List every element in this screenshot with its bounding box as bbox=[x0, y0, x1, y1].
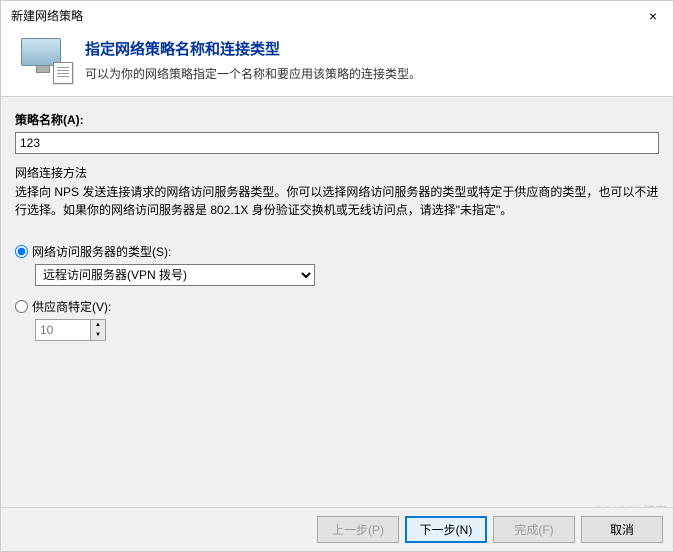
close-icon[interactable]: × bbox=[643, 8, 663, 24]
page-heading: 指定网络策略名称和连接类型 bbox=[85, 38, 421, 59]
header-text: 指定网络策略名称和连接类型 可以为你的网络策略指定一个名称和要应用该策略的连接类… bbox=[85, 38, 421, 82]
server-type-select[interactable]: 远程访问服务器(VPN 拨号) bbox=[35, 264, 315, 286]
back-button: 上一步(P) bbox=[317, 516, 399, 543]
wizard-header: 指定网络策略名称和连接类型 可以为你的网络策略指定一个名称和要应用该策略的连接类… bbox=[1, 28, 673, 97]
cancel-button[interactable]: 取消 bbox=[581, 516, 663, 543]
wizard-icon bbox=[21, 38, 71, 82]
spinner-buttons: ▲ ▼ bbox=[91, 319, 106, 341]
wizard-footer: 上一步(P) 下一步(N) 完成(F) 取消 bbox=[1, 507, 673, 551]
document-icon bbox=[53, 62, 73, 84]
radio-server-type-row[interactable]: 网络访问服务器的类型(S): bbox=[15, 243, 659, 260]
policy-name-input[interactable] bbox=[15, 132, 659, 154]
radio-vendor-label: 供应商特定(V): bbox=[32, 298, 111, 315]
content-area: 策略名称(A): 网络连接方法 选择向 NPS 发送连接请求的网络访问服务器类型… bbox=[1, 97, 673, 527]
vendor-spinner: ▲ ▼ bbox=[35, 319, 106, 341]
finish-button: 完成(F) bbox=[493, 516, 575, 543]
window-title: 新建网络策略 bbox=[11, 7, 83, 24]
connection-method-label: 网络连接方法 bbox=[15, 164, 659, 181]
title-bar: 新建网络策略 × bbox=[1, 1, 673, 28]
spinner-down-icon[interactable]: ▼ bbox=[91, 330, 105, 340]
radio-vendor[interactable] bbox=[15, 300, 28, 313]
radio-vendor-row[interactable]: 供应商特定(V): bbox=[15, 298, 659, 315]
next-button[interactable]: 下一步(N) bbox=[405, 516, 487, 543]
connection-method-desc: 选择向 NPS 发送连接请求的网络访问服务器类型。你可以选择网络访问服务器的类型… bbox=[15, 183, 659, 219]
spinner-up-icon[interactable]: ▲ bbox=[91, 320, 105, 330]
policy-name-label: 策略名称(A): bbox=[15, 111, 659, 128]
radio-server-type[interactable] bbox=[15, 245, 28, 258]
vendor-value-input bbox=[35, 319, 91, 341]
radio-server-type-label: 网络访问服务器的类型(S): bbox=[32, 243, 171, 260]
page-subheading: 可以为你的网络策略指定一个名称和要应用该策略的连接类型。 bbox=[85, 65, 421, 82]
